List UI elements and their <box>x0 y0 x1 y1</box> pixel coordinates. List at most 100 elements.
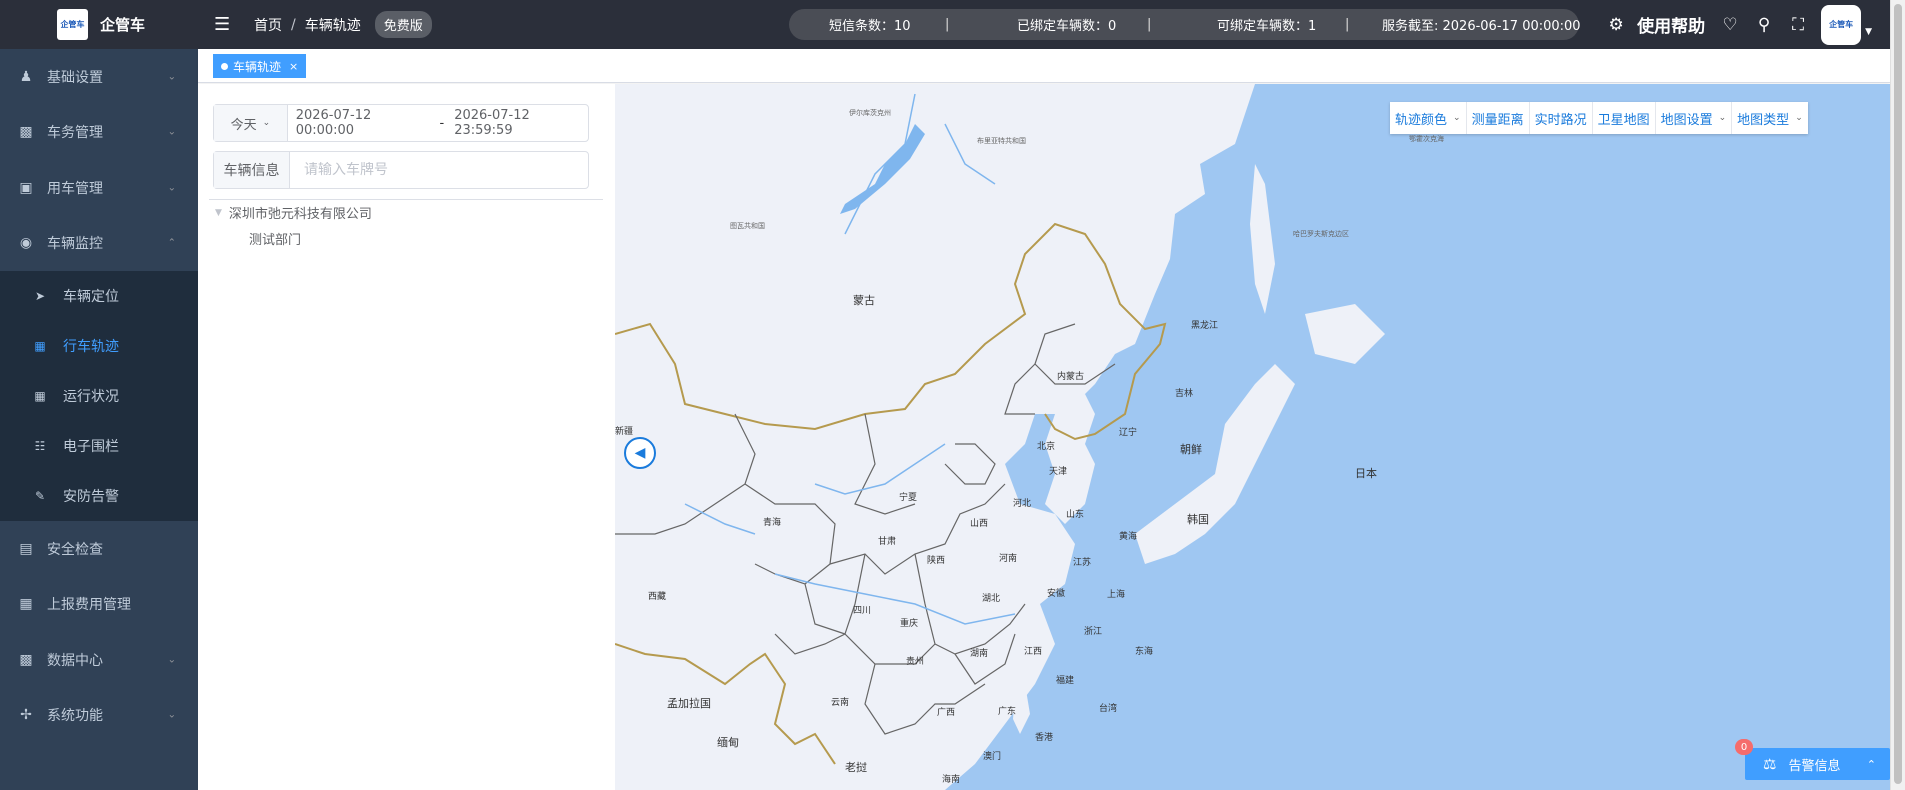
map-label: 湖南 <box>970 649 989 659</box>
measure-distance-button[interactable]: 测量距离 <box>1467 102 1530 134</box>
info-divider: | <box>945 17 950 32</box>
car-icon: ▣ <box>19 179 33 196</box>
fullscreen-icon[interactable]: ⛶ <box>1781 15 1815 35</box>
expand-triangle-icon[interactable]: ▼ <box>215 208 222 218</box>
tree-node-company[interactable]: ▼ 深圳市弛元科技有限公司 <box>215 203 372 222</box>
user-settings-icon: ♟ <box>19 68 33 85</box>
realtime-traffic-label: 实时路况 <box>1534 112 1587 128</box>
sidebar-subitem-running-status[interactable]: ▦ 运行状况 <box>0 371 198 421</box>
service-expiry: 服务截至: 2026-06-17 00:00:00 <box>1382 19 1581 34</box>
map-label: 青海 <box>763 518 782 528</box>
map-label: 河南 <box>999 554 1018 564</box>
alarm-label: 告警信息 <box>1788 758 1841 774</box>
chevron-up-icon: ⌃ <box>167 237 176 249</box>
collapse-panel-button[interactable]: ◀ <box>624 437 656 469</box>
plate-number-input[interactable] <box>304 162 574 178</box>
sidebar-item-label: 系统功能 <box>47 708 103 725</box>
alarm-count-badge: 0 <box>1735 739 1753 755</box>
map-settings-dropdown[interactable]: 地图设置 ⌄ <box>1656 102 1733 134</box>
bound-vehicles-count: 已绑定车辆数：0 <box>1017 19 1117 34</box>
search-icon[interactable]: ⚲ <box>1747 15 1781 35</box>
satellite-map-button[interactable]: 卫星地图 <box>1593 102 1656 134</box>
sidebar-subitem-driving-track[interactable]: ▦ 行车轨迹 <box>0 321 198 371</box>
sidebar-item-system-functions[interactable]: ✢ 系统功能 ⌄ <box>0 688 198 744</box>
sidebar-item-data-center[interactable]: ▩ 数据中心 ⌄ <box>0 632 198 688</box>
sidebar-subitem-security-alarm[interactable]: ✎ 安防告警 <box>0 471 198 521</box>
map-view[interactable]: 蒙古 内蒙古 黑龙江 吉林 辽宁 朝鲜 韩国 日本 新疆 青海 西藏 甘肃 宁夏… <box>615 84 1890 790</box>
sidebar-subitem-label: 运行状况 <box>63 389 119 405</box>
map-label: 安徽 <box>1047 589 1066 599</box>
map-label: 云南 <box>831 698 850 708</box>
date-separator: - <box>439 115 445 131</box>
sidebar-subitem-geofence[interactable]: ☷ 电子围栏 <box>0 421 198 471</box>
tree-divider <box>209 199 603 200</box>
avatar[interactable]: 企管车 <box>1821 4 1862 45</box>
sidebar-item-vehicle-use[interactable]: ▣ 用车管理 ⌄ <box>0 160 198 216</box>
map-label: 伊尔库茨克州 <box>849 109 891 117</box>
account-info-bar: 短信条数：10 | 已绑定车辆数：0 | 可绑定车辆数：1 | 服务截至: 20… <box>789 9 1581 40</box>
sidebar-subitem-vehicle-location[interactable]: ➤ 车辆定位 <box>0 271 198 321</box>
track-color-dropdown[interactable]: 轨迹颜色 ⌄ <box>1390 102 1467 134</box>
range-select[interactable]: 今天 ⌄ <box>214 105 288 141</box>
chevron-down-icon: ⌄ <box>167 182 176 194</box>
breadcrumb: 首页 / 车辆轨迹 <box>254 15 361 35</box>
map-label: 图瓦共和国 <box>730 222 765 230</box>
realtime-traffic-button[interactable]: 实时路况 <box>1530 102 1593 134</box>
fence-icon: ☷ <box>34 439 46 453</box>
map-type-dropdown[interactable]: 地图类型 ⌄ <box>1732 102 1808 134</box>
sidebar-item-expense-report[interactable]: ▦ 上报费用管理 <box>0 577 198 633</box>
close-icon[interactable]: × <box>289 60 298 73</box>
start-date[interactable]: 2026-07-12 00:00:00 <box>296 108 430 138</box>
map-label: 哈巴罗夫斯克边区 <box>1293 230 1349 238</box>
submenu-vehicle-monitor: ➤ 车辆定位 ▦ 行车轨迹 ▦ 运行状况 ☷ 电子围栏 ✎ 安防告警 <box>0 271 198 521</box>
logo-image: 企管车 <box>57 9 88 40</box>
card-icon: ▤ <box>19 540 33 557</box>
page-scrollbar[interactable] <box>1890 0 1905 790</box>
tag-vehicle-track[interactable]: 车辆轨迹 × <box>213 54 307 78</box>
sidebar-item-safety-check[interactable]: ▤ 安全检查 <box>0 521 198 577</box>
sidebar-item-label: 车辆监控 <box>47 236 103 253</box>
navbar-right: ⚙ 使用帮助 ♡ ⚲ ⛶ 企管车 ▼ <box>1599 0 1890 49</box>
sidebar: 企管车 企管车 ♟ 基础设置 ⌄ ▩ 车务管理 ⌄ ▣ 用车管理 ⌄ ◉ 车辆监… <box>0 0 198 790</box>
top-navbar: ☰ 首页 / 车辆轨迹 免费版 短信条数：10 | 已绑定车辆数：0 | 可绑定… <box>198 0 1890 49</box>
date-range-picker[interactable]: 今天 ⌄ 2026-07-12 00:00:00 - 2026-07-12 23… <box>213 104 589 142</box>
track-color-label: 轨迹颜色 <box>1395 112 1448 128</box>
app-logo[interactable]: 企管车 企管车 <box>0 0 198 49</box>
hamburger-menu-icon[interactable]: ☰ <box>214 14 234 35</box>
map-label: 黄海 <box>1119 532 1138 542</box>
map-label: 香港 <box>1035 733 1054 743</box>
map-label: 山东 <box>1066 510 1085 520</box>
bell-icon[interactable]: ♡ <box>1713 15 1747 35</box>
globe-icon: ◉ <box>19 235 33 252</box>
sidebar-item-label: 用车管理 <box>47 180 103 197</box>
chevron-up-icon: ⌃ <box>1866 757 1876 771</box>
map-label: 甘肃 <box>878 537 897 547</box>
measure-distance-label: 测量距离 <box>1471 112 1524 128</box>
sidebar-item-vehicle-monitor[interactable]: ◉ 车辆监控 ⌃ <box>0 216 198 272</box>
range-select-value: 今天 <box>230 117 257 133</box>
alert-icon: ✎ <box>34 489 46 503</box>
breadcrumb-home[interactable]: 首页 <box>254 15 282 35</box>
chevron-down-icon: ⌄ <box>167 709 176 721</box>
map-label: 广西 <box>937 708 956 718</box>
map-label: 东海 <box>1135 647 1154 657</box>
caret-down-icon[interactable]: ▼ <box>1865 27 1872 37</box>
map-label: 韩国 <box>1187 513 1209 526</box>
gear-icon[interactable]: ⚙ <box>1599 15 1633 35</box>
map-label: 上海 <box>1107 590 1126 600</box>
end-date[interactable]: 2026-07-12 23:59:59 <box>454 108 588 138</box>
alarm-info-button[interactable]: ⚖ 告警信息 ⌃ <box>1745 748 1890 780</box>
free-version-badge: 免费版 <box>374 11 432 38</box>
lock-icon: ▩ <box>19 651 33 668</box>
map-label: 蒙古 <box>853 294 875 307</box>
map-label: 广东 <box>998 707 1017 717</box>
chevron-down-icon: ⌄ <box>262 118 271 128</box>
tree-node-dept[interactable]: 测试部门 <box>249 229 301 248</box>
sidebar-item-vehicle-affairs[interactable]: ▩ 车务管理 ⌄ <box>0 105 198 161</box>
land-hokkaido <box>1305 304 1385 364</box>
sidebar-item-basic-settings[interactable]: ♟ 基础设置 ⌄ <box>0 49 198 105</box>
sidebar-item-label: 上报费用管理 <box>47 597 131 614</box>
app-title: 企管车 <box>100 16 146 34</box>
help-link[interactable]: 使用帮助 <box>1637 12 1705 37</box>
scroll-thumb[interactable] <box>1894 4 1902 784</box>
